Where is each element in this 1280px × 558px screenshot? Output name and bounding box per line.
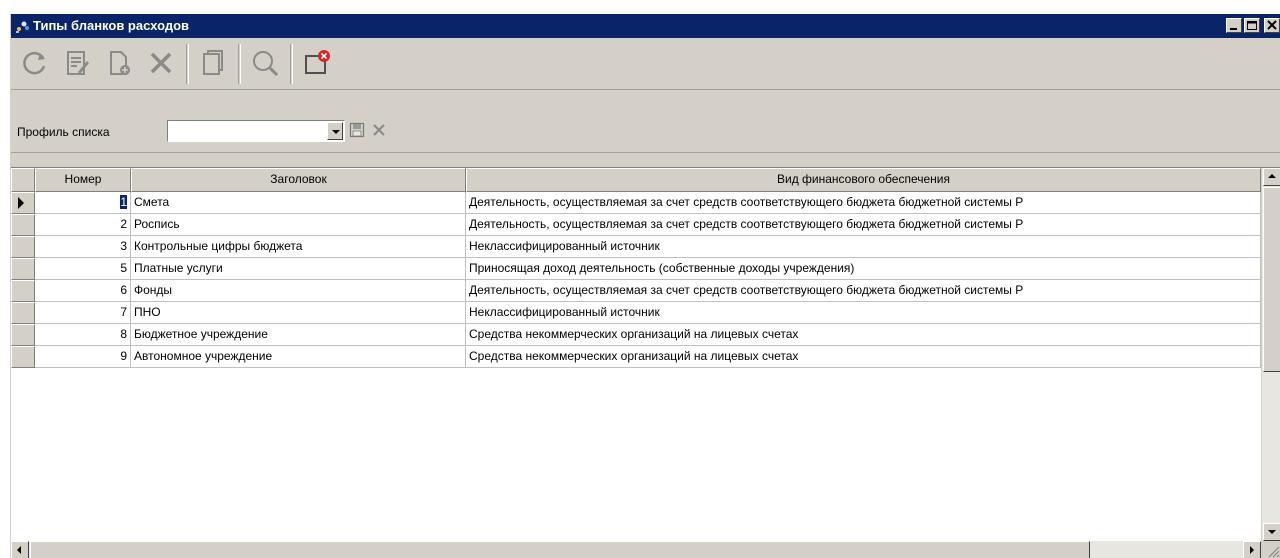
cell-number-value: 6 bbox=[120, 283, 127, 297]
profile-select[interactable] bbox=[167, 120, 345, 142]
cell-funding-type[interactable]: Деятельность, осуществляемая за счет сре… bbox=[466, 214, 1261, 236]
row-indicator[interactable] bbox=[11, 236, 35, 258]
window-title: Типы бланков расходов bbox=[33, 18, 190, 33]
title-bar[interactable]: Типы бланков расходов bbox=[11, 14, 1280, 38]
refresh-button[interactable] bbox=[15, 42, 55, 84]
header-corner bbox=[11, 168, 35, 192]
row-indicator[interactable] bbox=[11, 192, 35, 214]
minimize-icon bbox=[1230, 28, 1237, 30]
copy-button[interactable] bbox=[193, 42, 233, 84]
clear-icon[interactable] bbox=[371, 122, 387, 138]
cell-funding-type[interactable]: Средства некоммерческих организаций на л… bbox=[466, 346, 1261, 368]
table-row[interactable]: 1 Смета Деятельность, осуществляемая за сч… bbox=[11, 192, 1261, 214]
data-grid: Номер Заголовок Вид финансового обеспече… bbox=[11, 167, 1280, 558]
table-row[interactable]: 3 Контрольные цифры бюджета Неклассифициро… bbox=[11, 236, 1261, 258]
cell-number-value: 7 bbox=[120, 305, 127, 319]
cell-funding-type[interactable]: Деятельность, осуществляемая за счет сре… bbox=[466, 280, 1261, 302]
table-row[interactable]: 5 Платные услуги Приносящая доход деятельн… bbox=[11, 258, 1261, 280]
app-icon bbox=[16, 21, 29, 33]
toolbar-separator bbox=[290, 44, 293, 84]
cell-number[interactable]: 9 bbox=[35, 346, 131, 368]
toolbar-separator bbox=[186, 44, 189, 84]
cell-title[interactable]: Роспись bbox=[131, 214, 466, 236]
refresh-icon bbox=[23, 51, 46, 75]
search-button[interactable] bbox=[245, 42, 285, 84]
scroll-thumb[interactable] bbox=[1263, 187, 1280, 372]
cell-title[interactable]: Контрольные цифры бюджета bbox=[131, 236, 466, 258]
save-icon[interactable] bbox=[349, 122, 365, 138]
cell-funding-type[interactable]: Приносящая доход деятельность (собственн… bbox=[466, 258, 1261, 280]
chevron-down-icon[interactable] bbox=[327, 122, 343, 140]
row-indicator[interactable] bbox=[11, 302, 35, 324]
close-button[interactable] bbox=[1264, 18, 1280, 33]
search-icon bbox=[253, 51, 279, 77]
new-button[interactable] bbox=[99, 42, 139, 84]
cell-number[interactable]: 8 bbox=[35, 324, 131, 346]
cell-title[interactable]: Фонды bbox=[131, 280, 466, 302]
edit-button[interactable] bbox=[57, 42, 97, 84]
row-indicator[interactable] bbox=[11, 258, 35, 280]
table-row[interactable]: 6 Фонды Деятельность, осуществляемая за сч… bbox=[11, 280, 1261, 302]
cell-funding-type[interactable]: Средства некоммерческих организаций на л… bbox=[466, 324, 1261, 346]
cell-number[interactable]: 5 bbox=[35, 258, 131, 280]
profile-label: Профиль списка bbox=[17, 125, 110, 139]
minimize-button[interactable] bbox=[1226, 18, 1242, 33]
cell-number-value: 5 bbox=[120, 261, 127, 275]
edit-document-icon bbox=[67, 51, 89, 75]
scroll-up-button[interactable] bbox=[1263, 168, 1280, 186]
cell-title[interactable]: Бюджетное учреждение bbox=[131, 324, 466, 346]
horizontal-scrollbar[interactable] bbox=[11, 541, 1261, 558]
window: Типы бланков расходов Профиль списка Ном… bbox=[10, 14, 1280, 558]
column-header-number[interactable]: Номер bbox=[35, 168, 131, 192]
row-indicator[interactable] bbox=[11, 346, 35, 368]
toolbar bbox=[11, 38, 1280, 90]
row-indicator[interactable] bbox=[11, 214, 35, 236]
cell-number[interactable]: 1 bbox=[35, 192, 131, 214]
cell-number[interactable]: 7 bbox=[35, 302, 131, 324]
profile-bar: Профиль списка bbox=[11, 91, 1280, 153]
cell-title[interactable]: Смета bbox=[131, 192, 466, 214]
scroll-down-button[interactable] bbox=[1263, 523, 1280, 541]
cell-number[interactable]: 6 bbox=[35, 280, 131, 302]
cell-funding-type[interactable]: Неклассифицированный источник bbox=[466, 302, 1261, 324]
cell-title[interactable]: ПНО bbox=[131, 302, 466, 324]
scroll-left-button[interactable] bbox=[11, 541, 29, 558]
cell-title[interactable]: Платные услуги bbox=[131, 258, 466, 280]
new-document-icon bbox=[110, 51, 130, 75]
table-row[interactable]: 2 Роспись Деятельность, осуществляемая за … bbox=[11, 214, 1261, 236]
table-row[interactable]: 8 Бюджетное учреждение Средства некоммерче… bbox=[11, 324, 1261, 346]
close-window-button[interactable] bbox=[297, 42, 337, 84]
cell-number-value: 2 bbox=[120, 217, 127, 231]
row-indicator[interactable] bbox=[11, 280, 35, 302]
resize-grip-icon[interactable] bbox=[1261, 541, 1280, 558]
delete-button[interactable] bbox=[141, 42, 181, 84]
scroll-right-button[interactable] bbox=[1243, 541, 1261, 558]
table-row[interactable]: 9 Автономное учреждение Средства некоммерч… bbox=[11, 346, 1261, 368]
scroll-thumb[interactable] bbox=[30, 541, 1090, 558]
copy-icon bbox=[203, 50, 223, 75]
cell-number-value: 1 bbox=[120, 195, 127, 209]
close-window-icon bbox=[305, 50, 330, 74]
cell-title[interactable]: Автономное учреждение bbox=[131, 346, 466, 368]
cell-number-value: 9 bbox=[120, 349, 127, 363]
cell-number-value: 8 bbox=[120, 327, 127, 341]
cell-number[interactable]: 2 bbox=[35, 214, 131, 236]
cell-funding-type[interactable]: Неклассифицированный источник bbox=[466, 236, 1261, 258]
vertical-scrollbar[interactable] bbox=[1261, 168, 1280, 541]
table-row[interactable]: 7 ПНО Неклассифицированный источник bbox=[11, 302, 1261, 324]
maximize-icon bbox=[1247, 21, 1257, 30]
row-indicator[interactable] bbox=[11, 324, 35, 346]
column-header-funding-type[interactable]: Вид финансового обеспечения bbox=[466, 168, 1261, 192]
maximize-button[interactable] bbox=[1244, 18, 1260, 33]
delete-icon bbox=[150, 52, 172, 74]
toolbar-separator bbox=[238, 44, 241, 84]
cell-funding-type[interactable]: Деятельность, осуществляемая за счет сре… bbox=[466, 192, 1261, 214]
close-icon bbox=[1267, 20, 1277, 30]
column-header-title[interactable]: Заголовок bbox=[131, 168, 466, 192]
cell-number[interactable]: 3 bbox=[35, 236, 131, 258]
grid-header: Номер Заголовок Вид финансового обеспече… bbox=[11, 168, 1261, 192]
cell-number-value: 3 bbox=[120, 239, 127, 253]
